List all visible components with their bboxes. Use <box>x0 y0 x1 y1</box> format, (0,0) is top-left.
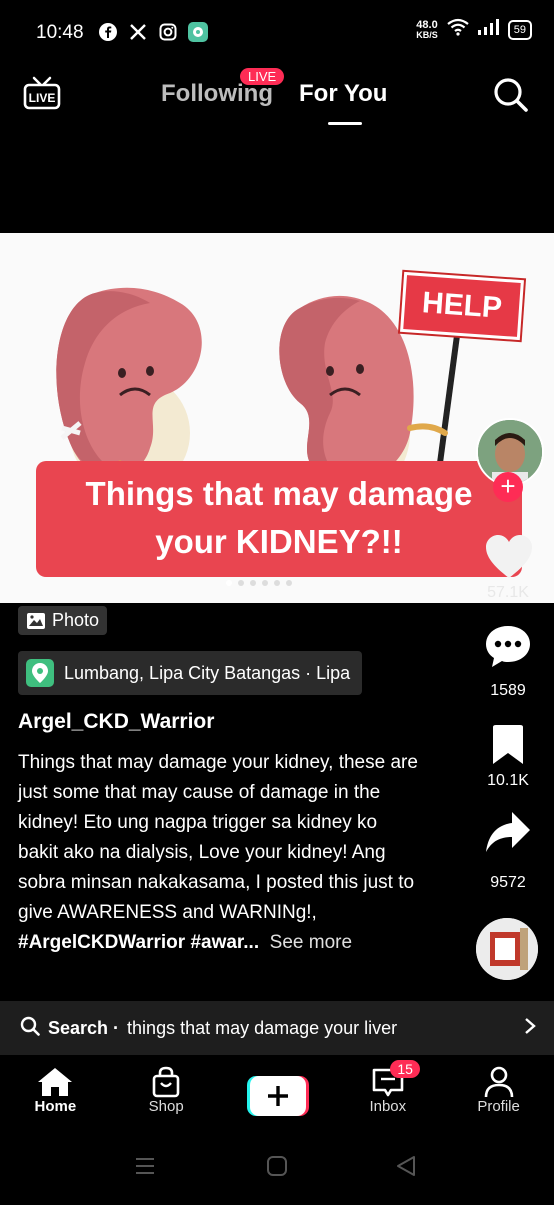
status-bar: 10:48 48.0 KB/S 59 <box>0 0 554 64</box>
like-button[interactable] <box>484 534 534 585</box>
back-icon <box>397 1156 415 1176</box>
sound-disc[interactable] <box>476 918 538 980</box>
system-navigation-bar <box>0 1136 554 1200</box>
carousel-dot <box>274 580 280 586</box>
search-icon <box>494 78 528 112</box>
chat-app-icon <box>188 22 208 42</box>
live-badge: LIVE <box>240 68 285 85</box>
nav-inbox[interactable]: Inbox 15 <box>332 1056 443 1136</box>
home-icon <box>38 1068 73 1096</box>
network-speed: 48.0 KB/S <box>416 18 438 40</box>
signal-icon <box>477 19 500 40</box>
share-count: 9572 <box>490 874 526 891</box>
carousel-dot <box>226 580 232 586</box>
photo-chip-label: Photo <box>52 610 100 630</box>
notification-icons <box>98 22 208 42</box>
comment-button[interactable] <box>484 624 532 673</box>
nav-shop[interactable]: Shop <box>111 1056 222 1136</box>
banner-line-1: Things that may damage <box>85 475 473 512</box>
banner-line-2: your KIDNEY?!! <box>155 523 403 560</box>
x-icon <box>128 22 148 42</box>
instagram-icon <box>158 22 178 42</box>
active-tab-indicator <box>328 122 362 125</box>
live-button[interactable]: LIVE <box>22 76 62 117</box>
bookmark-icon <box>493 725 523 764</box>
chevron-right-icon <box>524 1017 536 1040</box>
nav-create[interactable] <box>222 1056 333 1136</box>
tab-for-you[interactable]: For You <box>299 80 387 108</box>
recent-apps-icon <box>136 1158 154 1174</box>
suggestion-query: things that may damage your liver <box>127 1017 398 1038</box>
share-button[interactable] <box>484 810 532 861</box>
carousel-dot <box>238 580 244 586</box>
nav-profile-label: Profile <box>477 1098 520 1115</box>
comment-count: 1589 <box>490 682 526 699</box>
image-icon <box>27 612 45 629</box>
save-button[interactable] <box>490 724 526 771</box>
nav-profile[interactable]: Profile <box>443 1056 554 1136</box>
live-icon-text: LIVE <box>29 91 56 105</box>
location-pin-icon <box>26 659 54 687</box>
carousel-dot <box>250 580 256 586</box>
location-text: Lumbang, Lipa City Batangas · Lipa <box>64 662 351 683</box>
inbox-badge: 15 <box>390 1060 420 1078</box>
suggestion-prefix: Search · <box>48 1017 120 1038</box>
search-suggestion-bar[interactable]: Search · things that may damage your liv… <box>0 1001 554 1055</box>
caption-hashtags[interactable]: #ArgelCKDWarrior #awar... <box>18 932 259 953</box>
like-count: 57.1K <box>487 584 529 601</box>
photo-carousel-indicator <box>226 580 292 586</box>
home-button-icon <box>267 1156 287 1176</box>
help-sign: HELP <box>400 271 524 341</box>
nav-home[interactable]: Home <box>0 1056 111 1136</box>
plus-icon <box>246 1076 309 1116</box>
creator-username[interactable]: Argel_CKD_Warrior <box>18 710 214 734</box>
photo-label-chip: Photo <box>18 606 108 635</box>
wifi-icon <box>446 18 470 41</box>
follow-button[interactable]: + <box>493 472 523 502</box>
nav-shop-label: Shop <box>148 1098 184 1115</box>
music-disc-icon <box>476 918 538 980</box>
comment-icon <box>486 626 530 667</box>
post-caption[interactable]: Things that may damage your kidney, thes… <box>18 748 418 958</box>
see-more-link[interactable]: See more <box>270 932 352 953</box>
title-banner-text: Things that may damage your KIDNEY?!! <box>36 470 522 566</box>
caption-text: Things that may damage your kidney, thes… <box>18 752 418 923</box>
search-button[interactable] <box>492 76 530 119</box>
nav-inbox-label: Inbox <box>369 1098 407 1115</box>
search-icon <box>20 1016 40 1041</box>
shopping-bag-icon <box>152 1066 180 1098</box>
system-status: 48.0 KB/S 59 <box>416 18 532 41</box>
facebook-icon <box>98 22 118 42</box>
battery-indicator: 59 <box>507 19 532 40</box>
profile-icon <box>484 1066 513 1098</box>
create-post-button[interactable] <box>246 1076 309 1116</box>
clock: 10:48 <box>36 22 84 43</box>
share-arrow-icon <box>486 812 530 852</box>
carousel-dot <box>262 580 268 586</box>
bottom-nav: Home Shop Inbox 15 Profile <box>0 1056 554 1136</box>
location-chip[interactable]: Lumbang, Lipa City Batangas · Lipa <box>18 651 363 695</box>
save-count: 10.1K <box>487 772 529 789</box>
nav-home-label: Home <box>34 1098 77 1115</box>
carousel-dot <box>286 580 292 586</box>
heart-icon <box>486 535 532 578</box>
